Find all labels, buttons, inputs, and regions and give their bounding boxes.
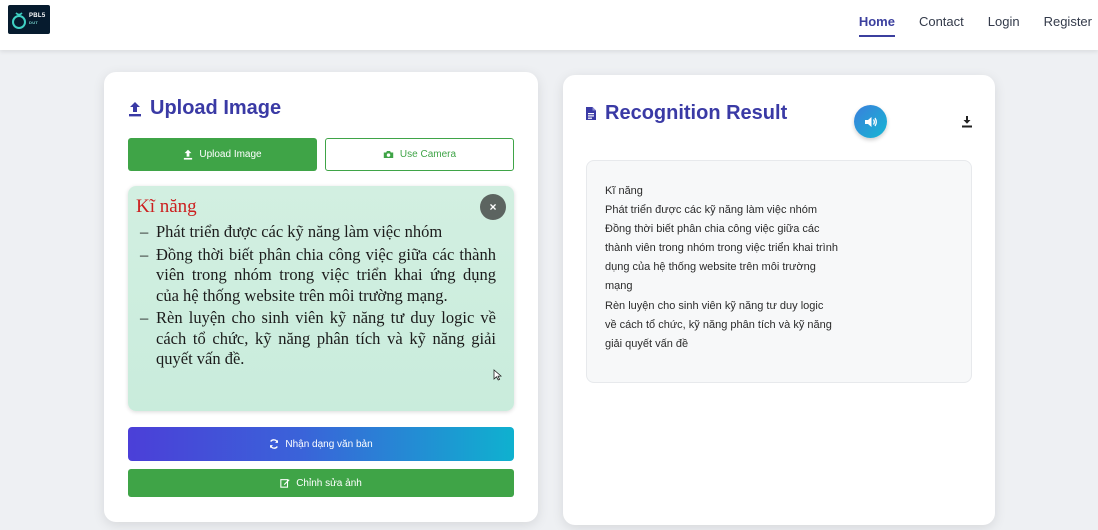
speak-button[interactable] <box>854 105 887 138</box>
mouse-cursor-icon <box>493 369 502 381</box>
upload-title-text: Upload Image <box>150 97 282 119</box>
preview-bullet: – Phát triển được các kỹ năng làm việc n… <box>140 222 496 243</box>
nav-home[interactable]: Home <box>858 14 896 37</box>
result-line: Kĩ năng <box>605 185 643 197</box>
result-line: về cách tổ chức, kỹ năng phân tích và kỹ… <box>605 318 832 331</box>
bullet-dash: – <box>140 222 149 241</box>
result-line: dụng của hệ thống website trên môi trườn… <box>605 261 816 274</box>
nav-register[interactable]: Register <box>1044 14 1092 35</box>
file-text-icon <box>586 107 596 120</box>
preview-bullet: – Rèn luyện cho sinh viên kỹ năng tư duy… <box>140 308 496 370</box>
upload-icon <box>129 101 141 116</box>
upload-image-button[interactable]: Upload Image <box>128 138 317 171</box>
recognize-text-button[interactable]: Nhận dạng văn bản <box>128 427 514 461</box>
upload-card: Upload Image Upload Image Use Camera Kĩ … <box>104 72 538 522</box>
camera-icon <box>383 150 394 159</box>
image-preview: Kĩ năng – Phát triển được các kỹ năng là… <box>128 186 514 411</box>
edit-icon <box>280 479 290 488</box>
result-title: Recognition Result <box>585 102 787 125</box>
result-line: thành viên trong nhóm trong việc triển k… <box>605 242 838 255</box>
result-line: mạng <box>605 280 633 293</box>
result-line: Rèn luyện cho sinh viên kỹ năng tư duy l… <box>605 299 824 312</box>
result-text-box: Kĩ năng Phát triển được các kỹ năng làm … <box>586 160 972 383</box>
recognize-text-label: Nhận dạng văn bản <box>285 438 373 450</box>
logo-text: PBL5 DUT <box>29 13 46 26</box>
download-icon[interactable] <box>961 115 973 128</box>
use-camera-label: Use Camera <box>399 149 457 160</box>
nav-links: Home Contact Login Register <box>858 14 1092 37</box>
preview-heading: Kĩ năng <box>136 196 197 217</box>
navbar: PBL5 DUT Home Contact Login Register <box>0 0 1098 50</box>
bullet-text: Rèn luyện cho sinh viên kỹ năng tư duy l… <box>156 308 496 368</box>
close-icon: × <box>489 200 497 214</box>
volume-icon <box>864 116 877 127</box>
use-camera-button[interactable]: Use Camera <box>325 138 514 171</box>
result-line: Phát triển được các kỹ năng làm việc nhó… <box>605 204 818 217</box>
upload-image-label: Upload Image <box>199 149 262 160</box>
result-card: Recognition Result Kĩ năng Phát triển đư… <box>563 75 995 525</box>
bullet-text: Đồng thời biết phân chia công việc giữa … <box>156 244 496 305</box>
preview-bullets: – Phát triển được các kỹ năng làm việc n… <box>140 222 496 372</box>
edit-image-label: Chỉnh sửa ảnh <box>296 477 362 489</box>
logo-ring-icon <box>12 11 26 29</box>
upload-icon <box>184 149 193 160</box>
remove-image-button[interactable]: × <box>480 194 506 220</box>
result-title-text: Recognition Result <box>605 102 788 124</box>
edit-image-button[interactable]: Chỉnh sửa ảnh <box>128 469 514 497</box>
bullet-text: Phát triển được các kỹ năng làm việc nhó… <box>156 222 443 241</box>
nav-login[interactable]: Login <box>988 14 1020 35</box>
result-lines: Kĩ năng Phát triển được các kỹ năng làm … <box>605 182 838 354</box>
result-line: giải quyết vấn đề <box>605 337 689 350</box>
preview-bullet: – Đồng thời biết phân chia công việc giữ… <box>140 245 496 307</box>
upload-title: Upload Image <box>128 97 281 120</box>
logo[interactable]: PBL5 DUT <box>8 5 50 34</box>
logo-subtitle: DUT <box>29 20 39 25</box>
logo-title: PBL5 <box>29 13 46 19</box>
bullet-dash: – <box>140 244 149 264</box>
sync-icon <box>270 439 279 449</box>
result-line: Đồng thời biết phân chia công việc giữa … <box>605 223 820 236</box>
bullet-dash: – <box>140 308 149 327</box>
nav-contact[interactable]: Contact <box>919 14 964 35</box>
